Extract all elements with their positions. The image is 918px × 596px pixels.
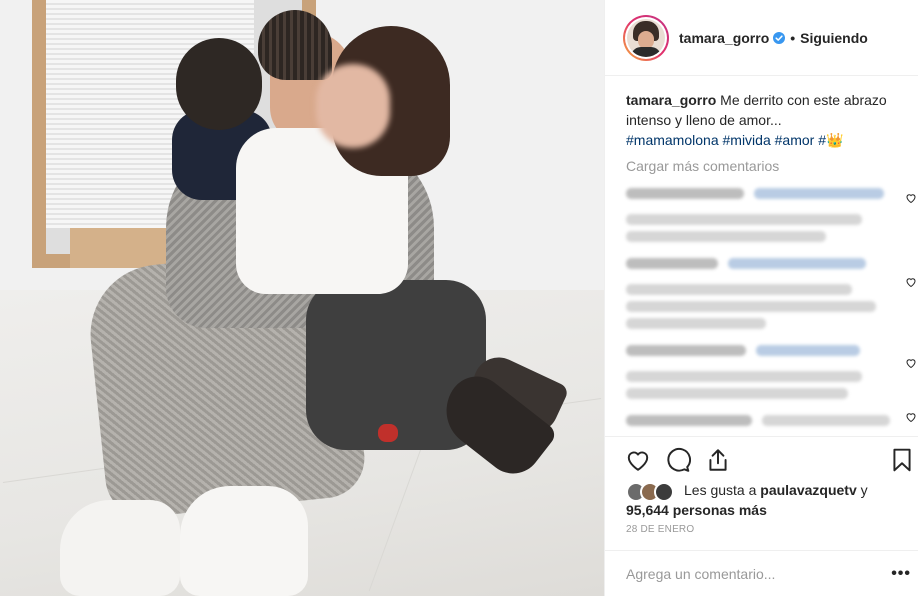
comment-icon[interactable] xyxy=(665,447,691,473)
more-options-icon[interactable]: ••• xyxy=(891,565,911,583)
verified-badge-icon xyxy=(773,31,786,44)
comment-blurred xyxy=(626,182,916,242)
comment-like-icon[interactable] xyxy=(905,192,917,204)
follow-status-button[interactable]: Siguiendo xyxy=(800,30,868,46)
post-side-panel: tamara_gorro • Siguiendo tamara_gorro Me… xyxy=(604,0,918,596)
avatar-image xyxy=(627,18,665,57)
bookmark-icon[interactable] xyxy=(889,447,915,473)
photo-figure-hair xyxy=(258,10,332,80)
liker-avatars xyxy=(626,482,680,502)
comment-input[interactable] xyxy=(626,565,876,582)
caption-username[interactable]: tamara_gorro xyxy=(626,92,716,108)
likes-prefix: Les gusta a xyxy=(684,482,761,498)
likes-suffix: y xyxy=(856,482,868,498)
photo-heart-patch xyxy=(378,424,398,442)
photo-sneaker xyxy=(180,486,308,596)
post-actions-bar xyxy=(605,436,918,482)
post-header: tamara_gorro • Siguiendo xyxy=(605,0,918,76)
comment-like-icon[interactable] xyxy=(905,357,917,369)
comment-blurred xyxy=(626,252,916,329)
avatar[interactable] xyxy=(623,14,669,61)
post-date[interactable]: 28 DE ENERO xyxy=(626,524,694,535)
avatar[interactable] xyxy=(654,482,674,502)
header-username[interactable]: tamara_gorro xyxy=(679,30,769,46)
header-separator: • xyxy=(790,29,796,46)
photo-child-head xyxy=(176,38,262,130)
comment-like-icon[interactable] xyxy=(905,276,917,288)
comments-list: tamara_gorro Me derrito con este abrazo … xyxy=(605,76,918,436)
post-caption: tamara_gorro Me derrito con este abrazo … xyxy=(626,90,896,150)
crown-emoji: 👑 xyxy=(825,132,844,148)
likes-count-button[interactable]: 95,644 personas más xyxy=(626,500,916,520)
share-icon[interactable] xyxy=(705,447,731,473)
post-photo[interactable] xyxy=(0,0,604,596)
heart-icon[interactable] xyxy=(625,447,651,473)
liker-username[interactable]: paulavazquetv xyxy=(760,482,856,498)
photo-girl-face-blurred xyxy=(316,64,390,148)
comment-blurred xyxy=(626,409,916,436)
load-more-comments-button[interactable]: Cargar más comentarios xyxy=(626,158,918,174)
comment-blurred xyxy=(626,339,916,399)
photo-sneaker xyxy=(60,500,180,596)
likes-summary: Les gusta a paulavazquetv y 95,644 perso… xyxy=(626,480,916,520)
add-comment-bar: ••• xyxy=(605,550,918,596)
caption-hashtags[interactable]: #mamamolona #mivida #amor # xyxy=(626,132,826,148)
comment-like-icon[interactable] xyxy=(905,411,917,423)
